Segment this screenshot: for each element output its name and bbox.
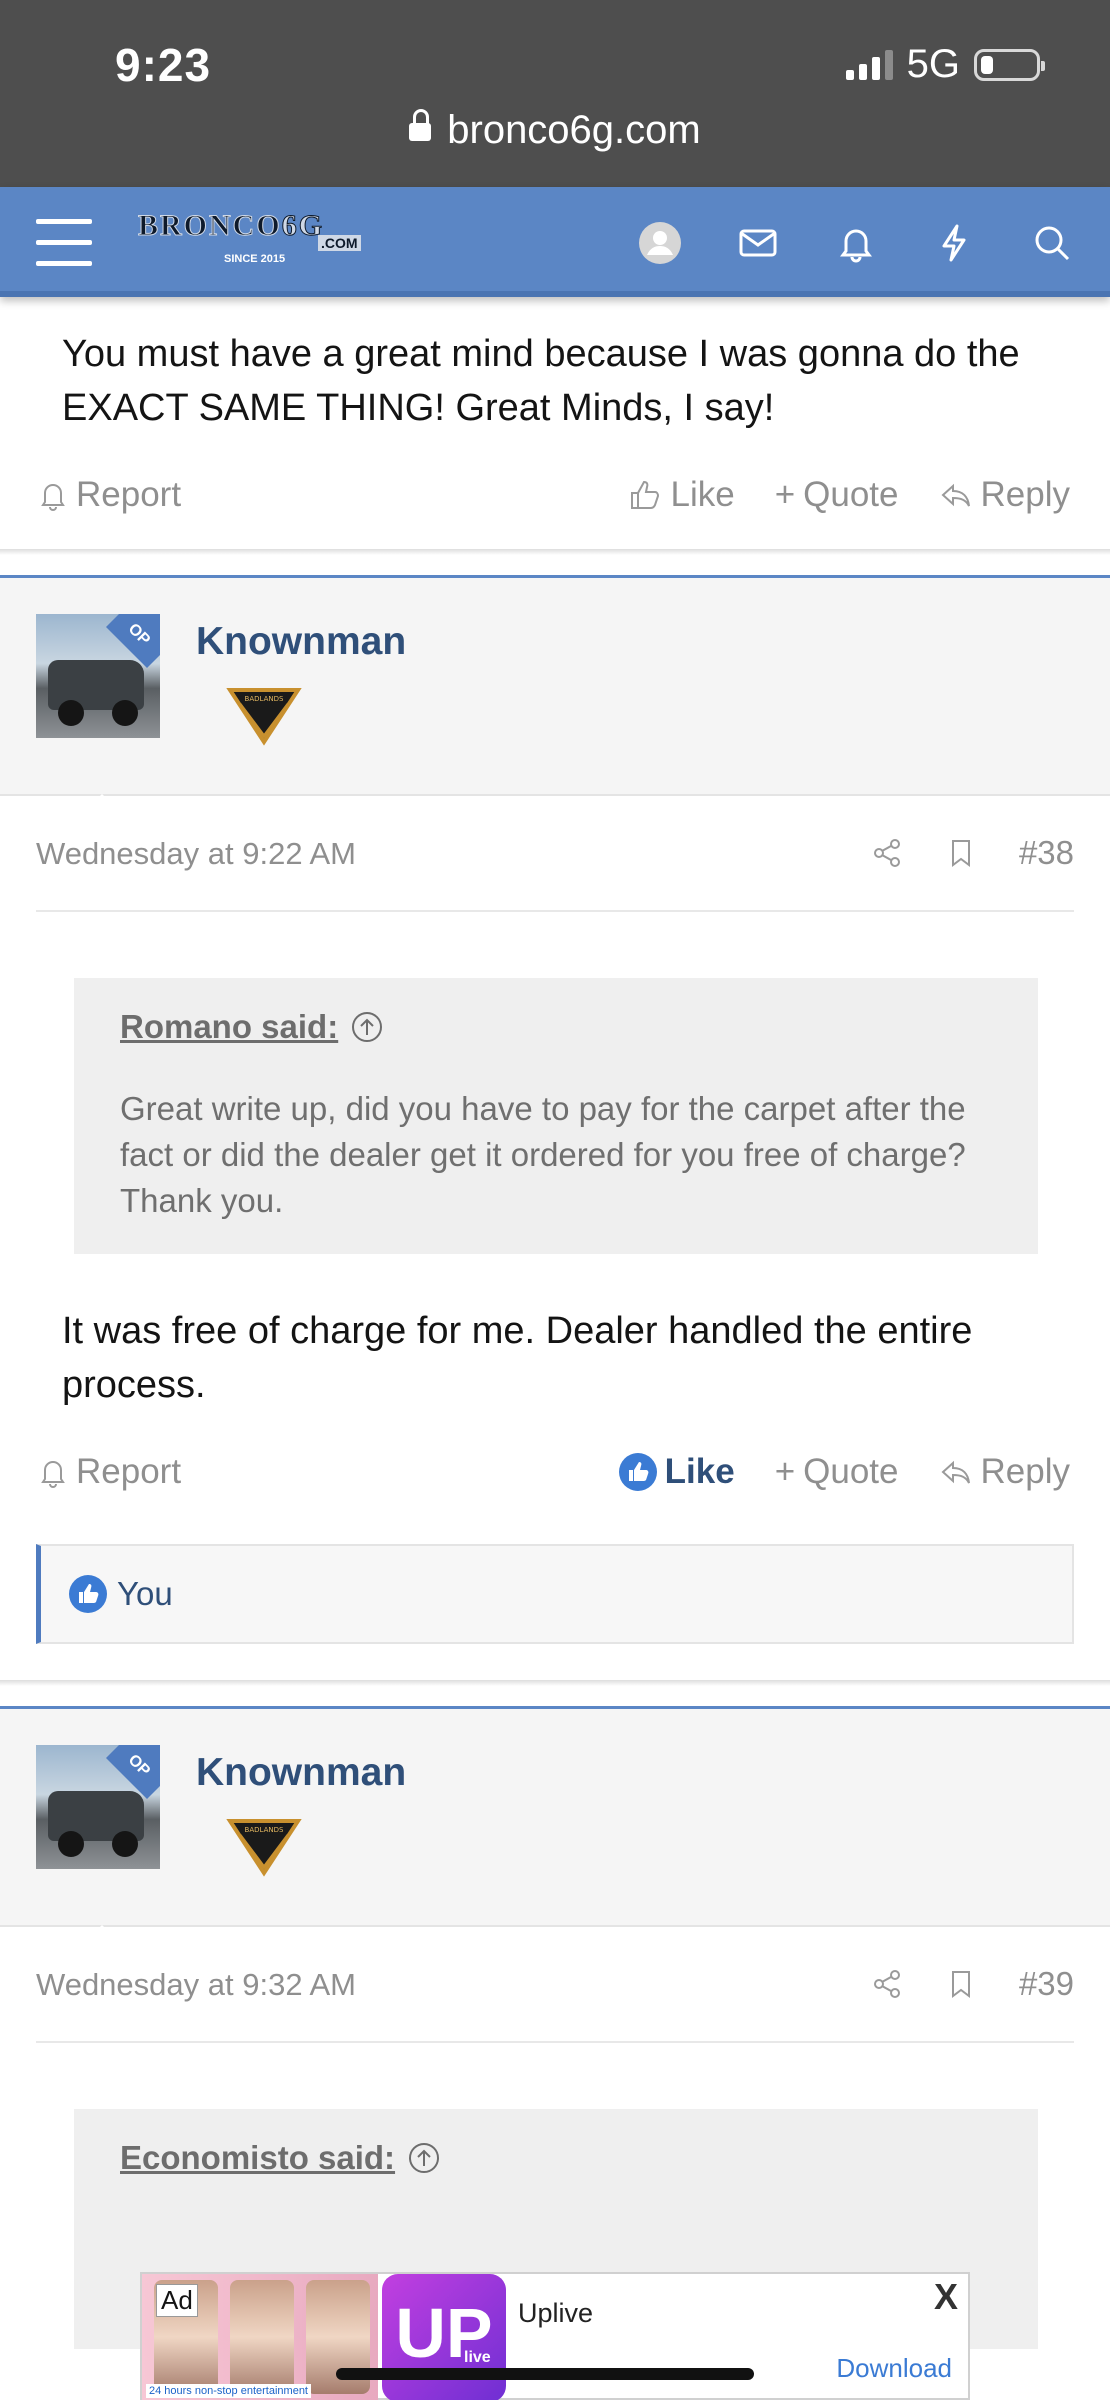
post-body: It was free of charge for me. Dealer han… xyxy=(62,1310,973,1406)
quote-text: Great write up, did you have to pay for … xyxy=(120,1090,966,1219)
ad-sub-label: 24 hours non-stop entertainment xyxy=(146,2384,311,2398)
share-icon[interactable] xyxy=(871,1968,903,2000)
share-icon[interactable] xyxy=(871,837,903,869)
arrow-up-circle-icon[interactable] xyxy=(407,2141,441,2175)
avatar[interactable]: OP xyxy=(36,614,160,738)
report-button[interactable]: Report xyxy=(36,475,181,515)
site-header: BRONCO6G .COM SINCE 2015 xyxy=(0,187,1110,297)
reactions-bar[interactable]: You xyxy=(36,1544,1074,1644)
liked-thumb-icon xyxy=(618,1453,657,1491)
home-indicator[interactable] xyxy=(336,2368,754,2380)
reply-icon xyxy=(941,483,970,507)
logo-com: .COM xyxy=(318,235,361,251)
status-indicators: 5G xyxy=(845,42,1045,87)
avatar[interactable]: OP xyxy=(36,1745,160,1869)
browser-chrome: 9:23 5G bronco6g.com xyxy=(0,0,1110,187)
bookmark-icon[interactable] xyxy=(945,1968,977,2000)
ad-banner[interactable]: Ad 24 hours non-stop entertainment UP liv… xyxy=(140,2272,970,2400)
signal-icon xyxy=(845,49,893,80)
logo-since: SINCE 2015 xyxy=(224,253,286,265)
arrow-up-circle-icon[interactable] xyxy=(350,1010,384,1044)
reply-icon xyxy=(941,1460,970,1484)
quote-header: Romano said: xyxy=(120,1008,992,1046)
thread-content: You must have a great mind because I was… xyxy=(0,297,1110,2349)
author-band: OP Knownman BADLANDS xyxy=(0,578,1110,818)
report-button[interactable]: Report xyxy=(36,1452,181,1492)
site-logo[interactable]: BRONCO6G .COM SINCE 2015 xyxy=(138,210,380,271)
post-date[interactable]: Wednesday at 9:32 AM xyxy=(36,1967,356,2003)
url-bar[interactable]: bronco6g.com xyxy=(0,108,1110,153)
svg-text:BADLANDS: BADLANDS xyxy=(245,1826,284,1834)
bell-icon[interactable] xyxy=(828,215,884,271)
ad-download-button[interactable]: Download xyxy=(836,2353,952,2384)
like-button[interactable]: Like xyxy=(618,1452,735,1492)
username[interactable]: Knownman xyxy=(196,620,406,664)
post-meta: Wednesday at 9:32 AM #39 xyxy=(36,1927,1074,2043)
previous-post: You must have a great mind because I was… xyxy=(0,297,1110,555)
close-icon[interactable]: X xyxy=(934,2276,958,2318)
quote-button[interactable]: + Quote xyxy=(775,475,899,515)
post-body: You must have a great mind because I was… xyxy=(62,333,1020,429)
network-label: 5G xyxy=(906,42,960,86)
ad-title: Uplive xyxy=(518,2298,594,2328)
bell-icon xyxy=(41,484,65,511)
ad-label: Ad xyxy=(156,2284,198,2317)
battery-icon xyxy=(974,48,1045,81)
lock-icon xyxy=(409,109,432,141)
reactions-text: You xyxy=(117,1575,173,1612)
post-actions: Report Like + Quote Reply xyxy=(0,1452,1110,1512)
badlands-badge-icon: BADLANDS xyxy=(226,688,302,746)
post-actions: Report Like + Quote Reply xyxy=(0,475,1110,535)
avatar-icon[interactable] xyxy=(632,215,688,271)
quote-author-link[interactable]: Economisto said: xyxy=(120,2139,395,2177)
quote-header: Economisto said: xyxy=(120,2139,992,2177)
url-domain: bronco6g.com xyxy=(447,108,701,152)
bolt-icon[interactable] xyxy=(926,215,982,271)
inbox-icon[interactable] xyxy=(730,215,786,271)
search-icon[interactable] xyxy=(1024,215,1080,271)
plus-icon: + xyxy=(774,475,796,514)
status-time: 9:23 xyxy=(115,39,212,91)
thumbs-up-icon xyxy=(631,480,660,509)
plus-icon: + xyxy=(774,1452,796,1491)
post-39: OP Knownman BADLANDS Wednesday at 9:32 A… xyxy=(0,1706,1110,2349)
bookmark-icon[interactable] xyxy=(945,837,977,869)
post-38: OP Knownman BADLANDS Wednesday at 9:22 A… xyxy=(0,575,1110,1686)
svg-text:BADLANDS: BADLANDS xyxy=(245,695,284,703)
username[interactable]: Knownman xyxy=(196,1751,406,1795)
post-number[interactable]: #38 xyxy=(1019,834,1074,872)
header-icons xyxy=(632,215,1080,271)
reply-button[interactable]: Reply xyxy=(939,475,1070,515)
reply-button[interactable]: Reply xyxy=(939,1452,1070,1492)
post-number[interactable]: #39 xyxy=(1019,1965,1074,2003)
author-band: OP Knownman BADLANDS xyxy=(0,1709,1110,1949)
menu-icon[interactable] xyxy=(36,219,92,266)
quote-author-link[interactable]: Romano said: xyxy=(120,1008,338,1046)
ad-app-logo: UP live xyxy=(382,2274,506,2400)
quote-button[interactable]: + Quote xyxy=(775,1452,899,1492)
like-reaction-icon xyxy=(69,1575,107,1613)
badlands-badge-icon: BADLANDS xyxy=(226,1819,302,1877)
quote-block: Romano said: Great write up, did you hav… xyxy=(74,978,1038,1254)
like-button[interactable]: Like xyxy=(628,475,735,515)
bell-icon xyxy=(41,1461,65,1488)
ad-image: Ad 24 hours non-stop entertainment xyxy=(142,2274,378,2400)
post-meta: Wednesday at 9:22 AM #38 xyxy=(36,796,1074,912)
post-date[interactable]: Wednesday at 9:22 AM xyxy=(36,836,356,872)
